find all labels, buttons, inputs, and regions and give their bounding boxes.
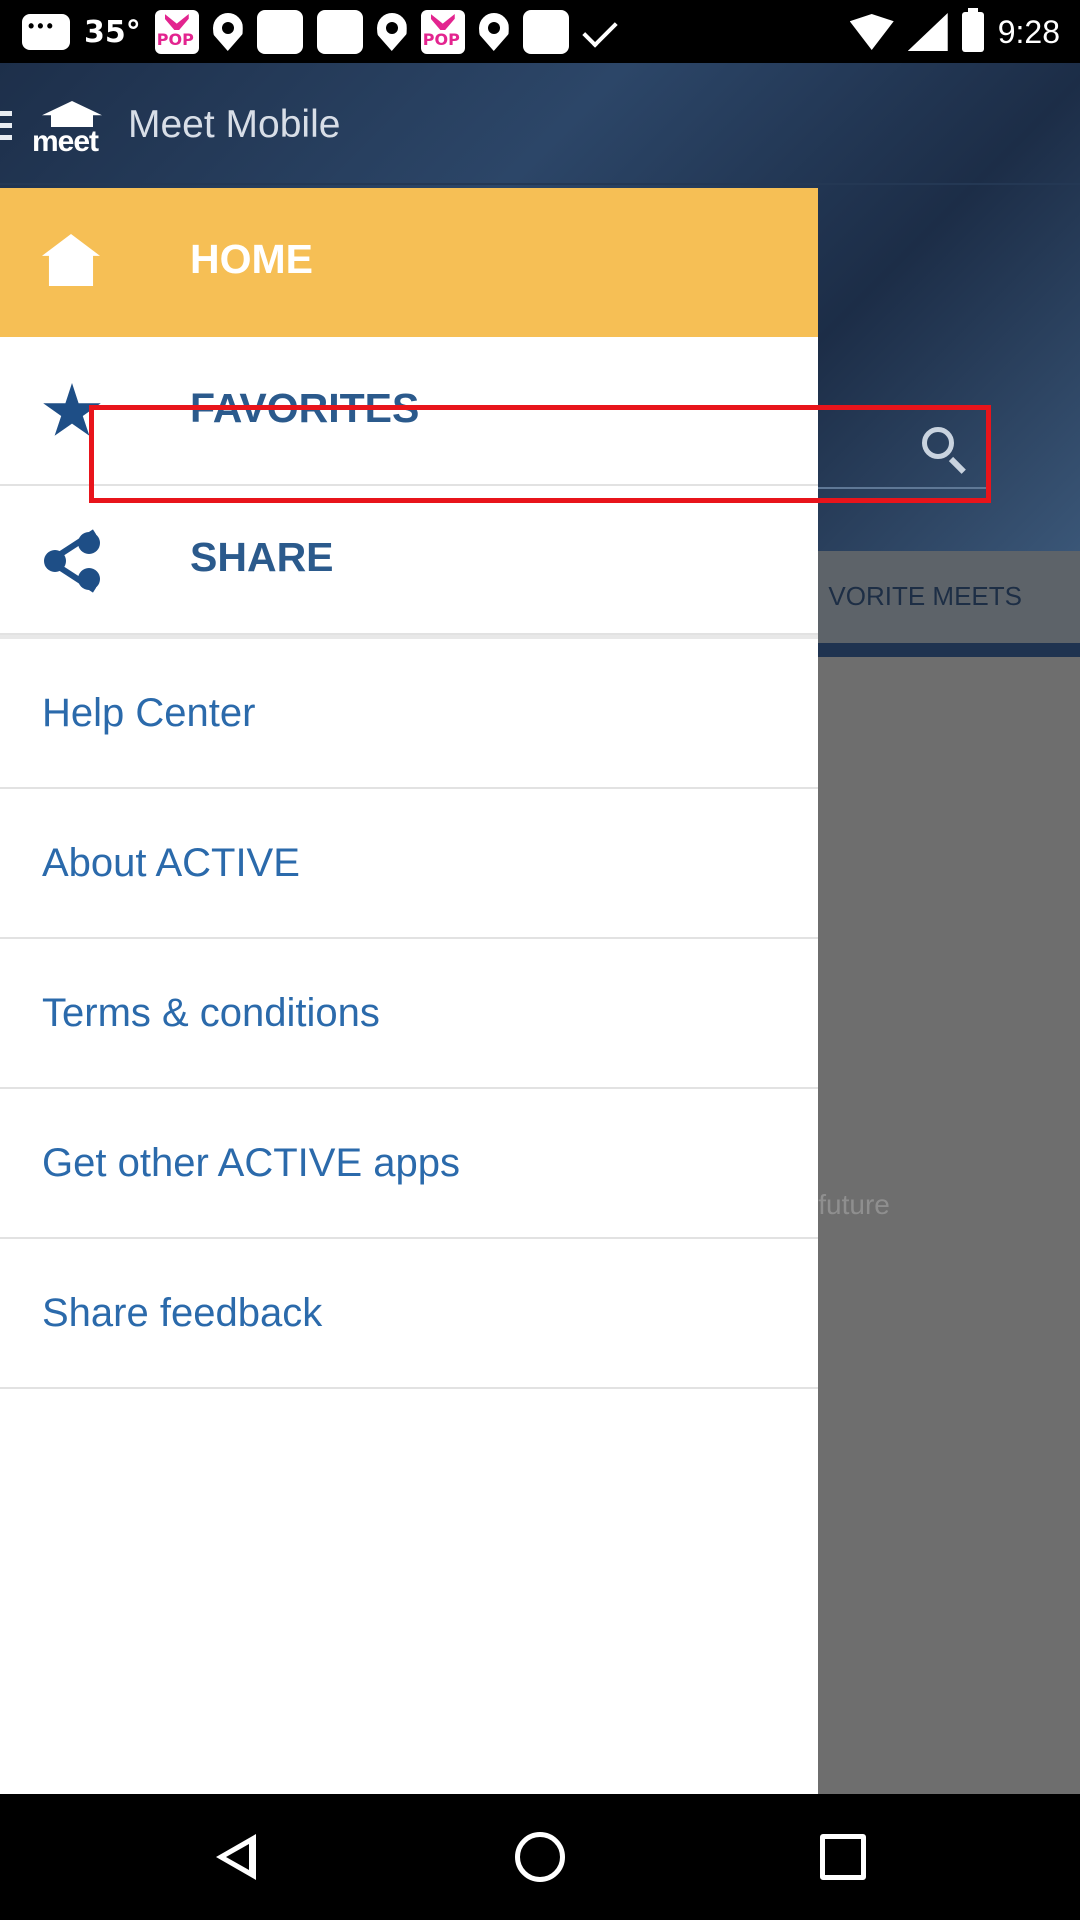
pop-app-icon: POP [154,10,199,54]
highlight-box [89,405,991,503]
notification-square-icon [256,10,303,54]
temperature-label: 35° [84,14,141,50]
drawer-item-help-center[interactable]: Help Center [0,639,818,789]
drawer-item-label: Help Center [42,691,256,735]
drawer-item-about-active[interactable]: About ACTIVE [0,789,818,939]
check-icon [583,12,623,52]
drawer-item-label: Terms & conditions [42,991,380,1035]
meet-logo: meet [32,101,116,158]
drawer-item-label: Share feedback [42,1291,323,1335]
home-icon [42,234,100,292]
pop-app-icon-2: POP [420,10,465,54]
battery-icon [961,8,984,52]
app-title: Meet Mobile [128,103,341,146]
logo-house-icon [42,101,102,127]
wifi-icon [849,14,894,50]
drawer-item-label: About ACTIVE [42,841,300,885]
pop-badge-text: POP [156,30,194,49]
drawer-item-other-apps[interactable]: Get other ACTIVE apps [0,1089,818,1239]
clock: 9:28 [997,13,1060,50]
location-pin-icon-2 [376,13,407,51]
drawer-item-home[interactable]: HOME [0,188,818,337]
drawer-item-label: HOME [190,236,313,282]
notification-square-icon-3 [522,10,569,54]
messages-icon [22,14,70,50]
app-toolbar: meet Meet Mobile [0,63,1080,185]
drawer-item-share-feedback[interactable]: Share feedback [0,1239,818,1389]
drawer-item-label: SHARE [190,534,334,580]
back-icon-inner [226,1844,249,1870]
drawer-item-terms[interactable]: Terms & conditions [0,939,818,1089]
menu-icon[interactable] [0,111,12,141]
location-pin-icon-3 [478,13,509,51]
recent-apps-icon[interactable] [820,1834,866,1880]
system-nav-bar [0,1794,1080,1920]
share-icon [42,529,100,593]
signal-icon [907,13,948,51]
tab-favorite-meets[interactable]: VORITE MEETS [828,581,1022,612]
notification-square-icon-2 [316,10,363,54]
status-bar: 35° POP POP 9:28 [0,0,1080,63]
pop-badge-text-2: POP [422,30,460,49]
logo-text: meet [32,125,99,158]
location-pin-icon [212,13,243,51]
home-button-icon[interactable] [515,1832,565,1882]
drawer-item-share[interactable]: SHARE [0,486,818,635]
drawer-item-label: Get other ACTIVE apps [42,1141,460,1185]
